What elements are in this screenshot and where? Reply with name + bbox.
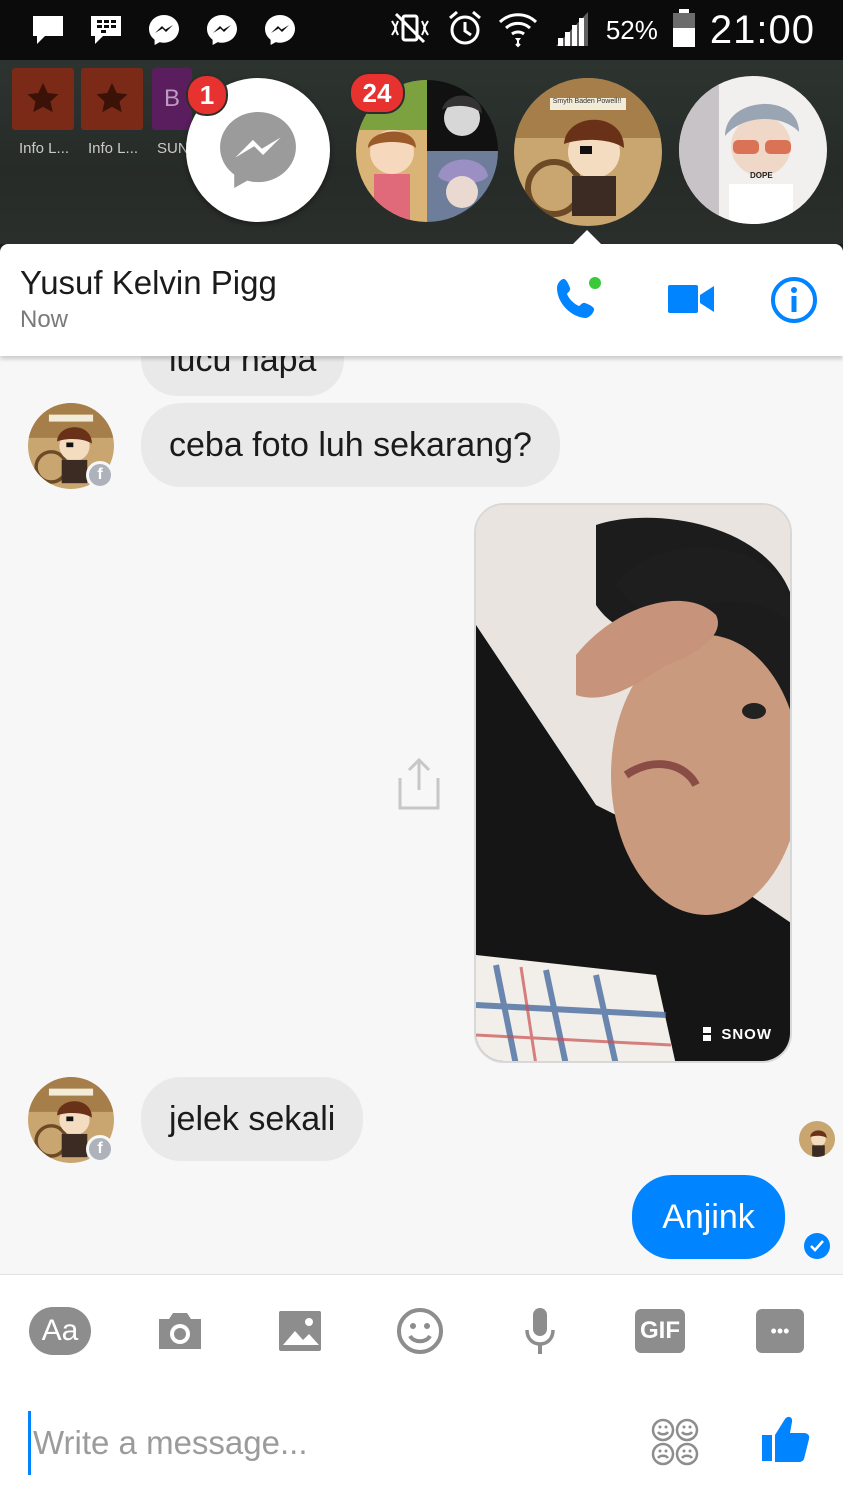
- video-call-button[interactable]: [668, 282, 714, 316]
- status-bar: 52% 21:00: [0, 0, 843, 60]
- app-letter: B: [163, 85, 180, 112]
- mute-vibrate-icon: [388, 11, 432, 50]
- message-text: Anjink: [662, 1197, 755, 1236]
- snow-watermark: SNOW: [699, 1025, 772, 1043]
- messenger-icon: [204, 12, 240, 48]
- message-input[interactable]: [28, 1411, 608, 1475]
- star-icon: [96, 83, 128, 113]
- message-bubble-outgoing[interactable]: Anjink: [632, 1175, 785, 1259]
- messenger-icon: [146, 12, 182, 48]
- battery-percent: 52%: [605, 14, 658, 45]
- pirate-avatar-image: [799, 1121, 835, 1157]
- message-text: jelek sekali: [169, 1099, 336, 1138]
- clock-time: 21:00: [709, 7, 815, 52]
- blackberry-icon: [88, 12, 124, 48]
- message-bubble-incoming[interactable]: jelek sekali: [141, 1077, 364, 1161]
- thumbs-up-icon: [762, 1416, 810, 1462]
- text-format-button[interactable]: Aa: [28, 1303, 92, 1359]
- sticker-button[interactable]: [388, 1303, 452, 1359]
- app-label-3: SUN: [157, 140, 189, 157]
- more-options-button[interactable]: •••: [748, 1303, 812, 1359]
- snow-logo-icon: [703, 1027, 712, 1041]
- image-icon: [279, 1311, 321, 1351]
- more-icon: •••: [756, 1309, 804, 1353]
- voice-message-button[interactable]: [508, 1303, 572, 1359]
- messenger-icon: [220, 112, 296, 188]
- message-text: lucu napa: [169, 356, 317, 379]
- star-icon: [27, 83, 59, 113]
- video-camera-icon: [668, 285, 714, 313]
- signal-icon: [552, 8, 592, 53]
- contact-name[interactable]: Yusuf Kelvin Pigg: [20, 264, 277, 302]
- wifi-icon: [498, 8, 538, 53]
- message-bubble-incoming[interactable]: ceba foto luh sekarang?: [141, 403, 560, 487]
- battery-icon: [672, 8, 696, 53]
- app-shortcut-1[interactable]: [12, 68, 74, 130]
- friend-avatar-image: [679, 76, 827, 224]
- gif-button[interactable]: GIF: [628, 1303, 692, 1359]
- camera-button[interactable]: [148, 1303, 212, 1359]
- camera-icon: [159, 1313, 201, 1349]
- info-button[interactable]: [770, 276, 818, 324]
- emoji-faces-icon: [651, 1418, 699, 1466]
- chat-bubble-icon: [30, 12, 66, 48]
- selfie-photo-image: [476, 505, 790, 1061]
- messenger-unread-badge: 1: [186, 74, 228, 116]
- group-unread-badge: 24: [349, 72, 405, 114]
- gif-icon: GIF: [635, 1309, 685, 1353]
- app-shortcut-2[interactable]: [81, 68, 143, 130]
- emoji-button[interactable]: [650, 1417, 700, 1467]
- text-format-icon: Aa: [29, 1307, 91, 1355]
- smiley-icon: [397, 1308, 443, 1354]
- gallery-button[interactable]: [268, 1303, 332, 1359]
- seen-avatar: [799, 1121, 835, 1157]
- voice-call-button[interactable]: [552, 274, 606, 326]
- sent-photo[interactable]: SNOW: [474, 503, 792, 1063]
- message-text: ceba foto luh sekarang?: [169, 425, 532, 464]
- chat-head-friend[interactable]: [679, 76, 827, 224]
- alarm-icon: [446, 9, 484, 52]
- facebook-badge-icon: f: [86, 1135, 114, 1163]
- app-label-1: Info L...: [19, 140, 70, 157]
- like-button[interactable]: [760, 1413, 812, 1465]
- facebook-badge-icon: f: [86, 461, 114, 489]
- share-button[interactable]: [394, 756, 444, 812]
- message-bubble-incoming[interactable]: lucu napa: [141, 356, 345, 396]
- header-pointer: [572, 230, 602, 245]
- app-label-2: Info L...: [88, 140, 139, 157]
- message-list[interactable]: lucu napa f ceba foto luh sekarang? SNOW…: [0, 356, 843, 1274]
- avatar-caption: Smyth Baden Powell!!: [552, 98, 622, 105]
- messenger-icon: [262, 12, 298, 48]
- share-icon: [398, 757, 440, 810]
- shirt-text: DOPE: [750, 171, 773, 180]
- info-icon: [771, 277, 817, 323]
- contact-status: Now: [20, 306, 69, 333]
- microphone-icon: [525, 1308, 555, 1354]
- composer: Aa GIF •••: [0, 1274, 843, 1498]
- phone-icon: [557, 277, 601, 318]
- delivered-check-icon: [804, 1233, 830, 1259]
